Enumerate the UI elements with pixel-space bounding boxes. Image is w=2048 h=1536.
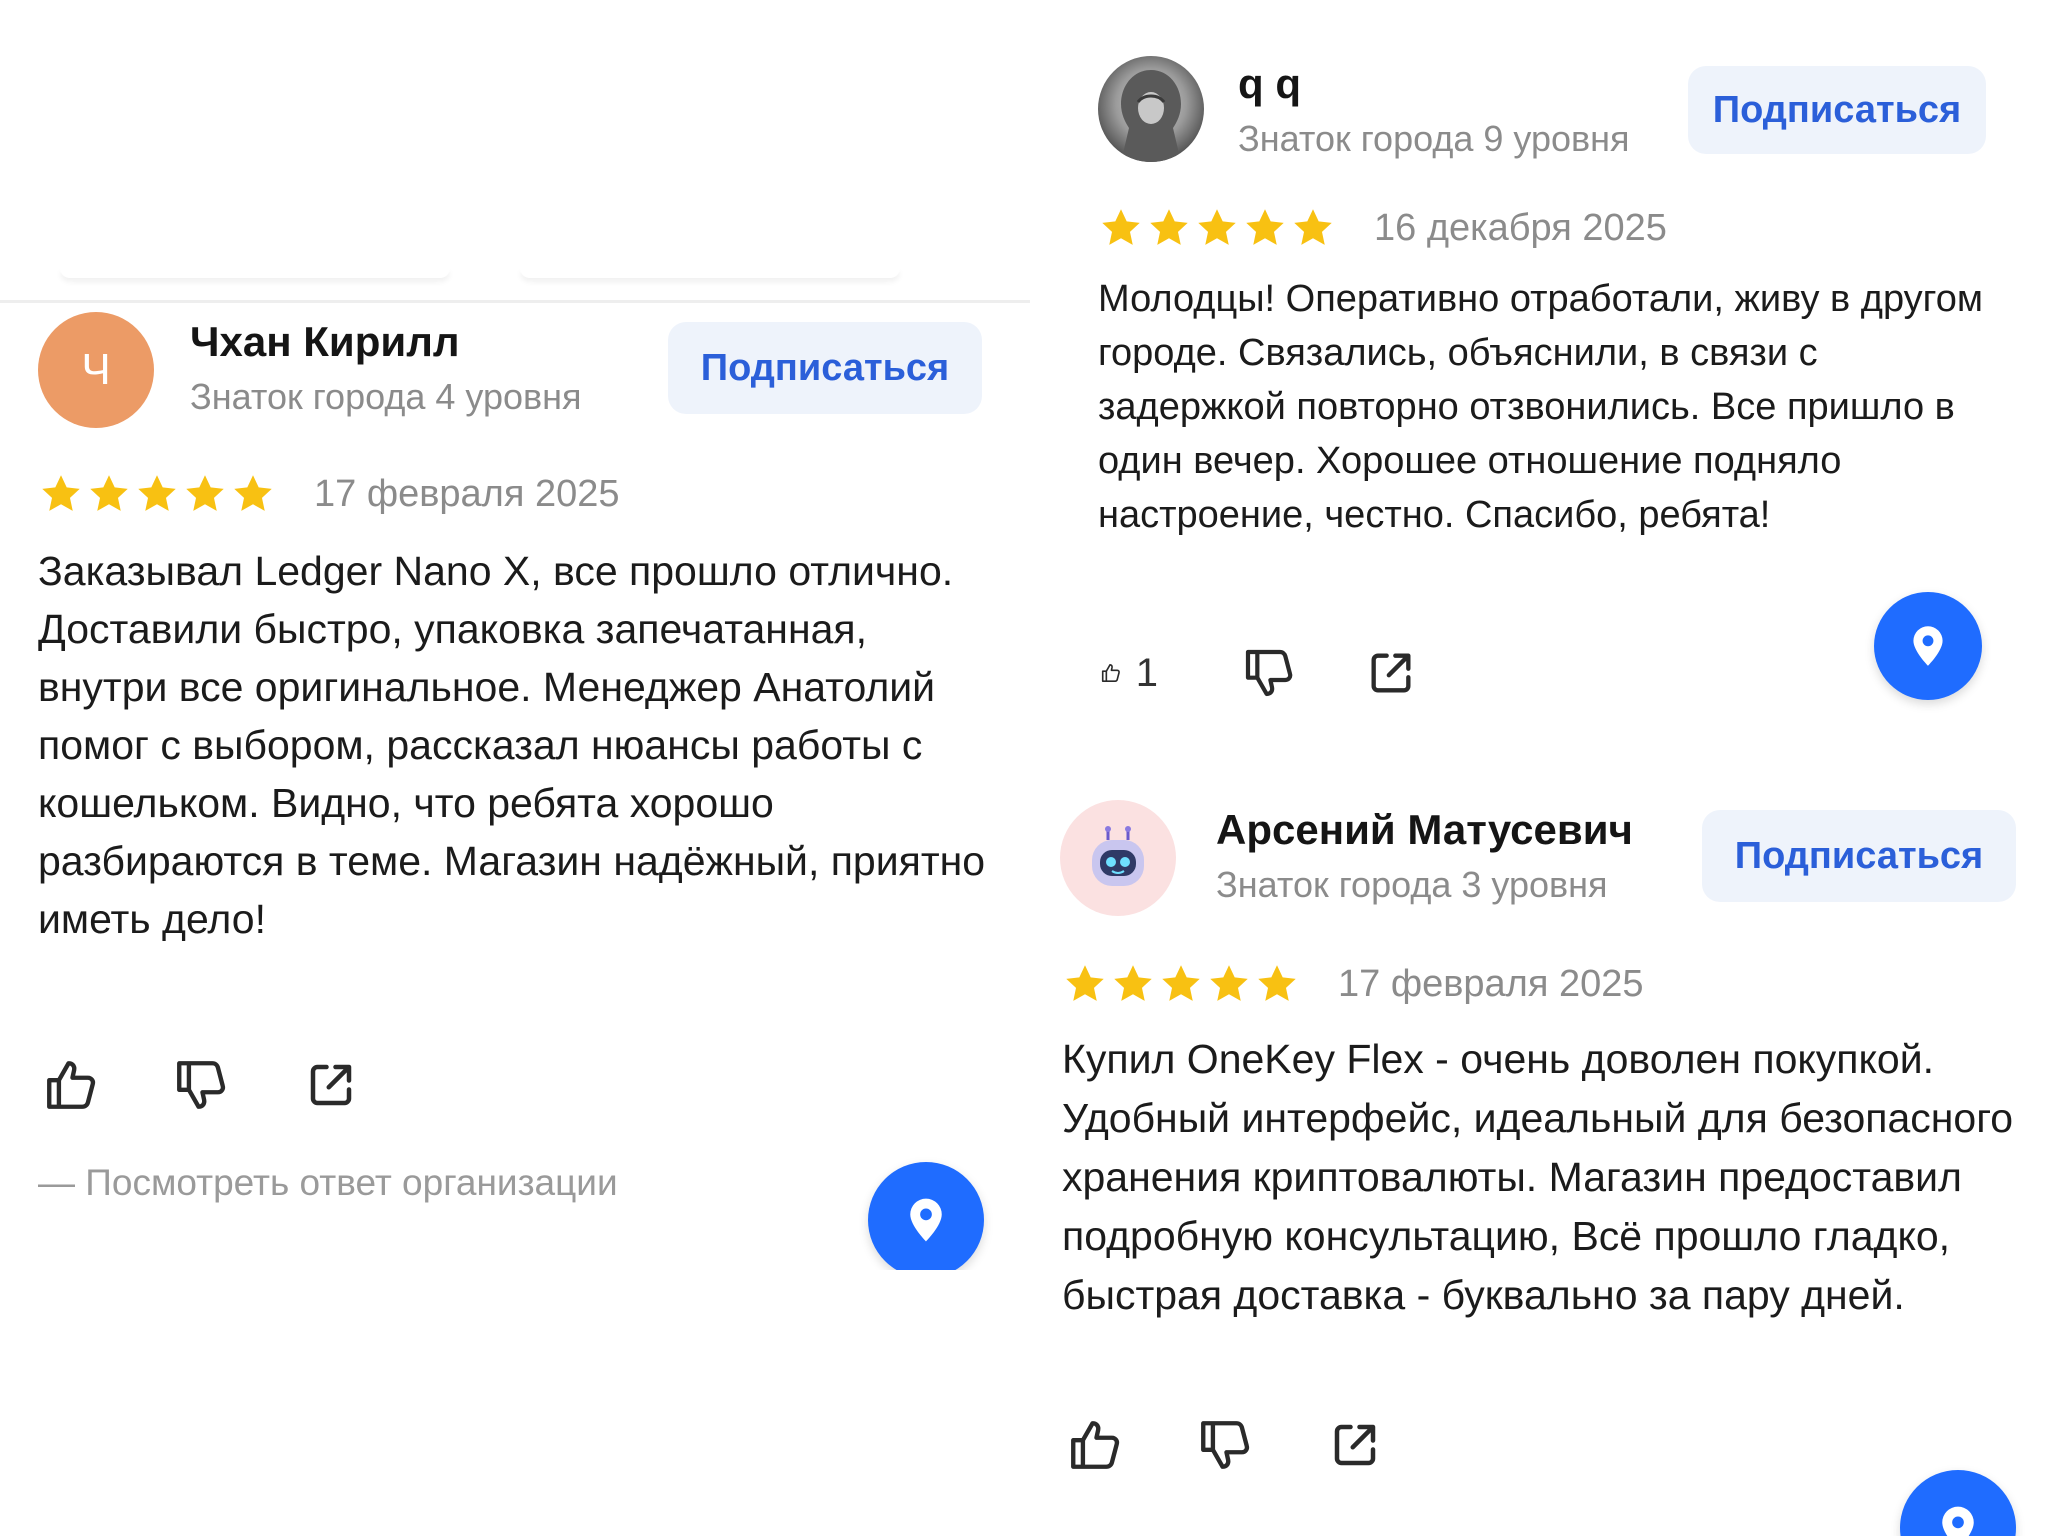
like-button[interactable]: 1 (1100, 644, 1158, 702)
star-icon (86, 472, 132, 516)
like-icon (1066, 1416, 1124, 1474)
review-text: Заказывал Ledger Nano X, все прошло отли… (38, 548, 986, 942)
like-button[interactable] (1066, 1416, 1124, 1474)
author-name[interactable]: q q (1238, 60, 1301, 108)
rating-stars (1062, 962, 1302, 1006)
star-icon (182, 472, 228, 516)
star-icon (1110, 962, 1156, 1006)
dislike-button[interactable] (172, 1056, 230, 1114)
map-fab-button[interactable] (1874, 592, 1982, 700)
star-icon (1194, 206, 1240, 250)
star-icon (1098, 206, 1144, 250)
map-fab-button[interactable] (868, 1162, 984, 1270)
dislike-button[interactable] (1196, 1416, 1254, 1474)
dislike-button[interactable] (1240, 644, 1298, 702)
star-icon (1146, 206, 1192, 250)
review-item: Арсений Матусевич Знаток города 3 уровня… (1060, 780, 2048, 1536)
author-name[interactable]: Арсений Матусевич (1216, 806, 1633, 854)
review-actions (1066, 1416, 1384, 1474)
star-icon (1242, 206, 1288, 250)
author-name[interactable]: Чхан Кирилл (190, 318, 460, 366)
tab-shadow (520, 268, 900, 278)
rating-row: 17 февраля 2025 (1062, 962, 1644, 1006)
author-level: Знаток города 9 уровня (1238, 118, 1630, 159)
avatar[interactable] (1098, 56, 1204, 162)
dislike-icon (1241, 645, 1297, 701)
author-level: Знаток города 4 уровня (190, 376, 582, 417)
share-icon (1365, 647, 1417, 699)
like-icon (1100, 645, 1122, 701)
share-button[interactable] (1362, 644, 1420, 702)
review-card-right: q q Знаток города 9 уровня Подписаться 1… (1060, 0, 2048, 1536)
star-icon (1206, 962, 1252, 1006)
star-icon (1254, 962, 1300, 1006)
review-date: 17 февраля 2025 (1338, 962, 1644, 1005)
subscribe-button[interactable]: Подписаться (1702, 810, 2016, 902)
review-item: Ч Чхан Кирилл Знаток города 4 уровня Под… (0, 300, 1030, 1270)
star-icon (1158, 962, 1204, 1006)
avatar[interactable] (1060, 800, 1176, 916)
map-fab-button[interactable] (1900, 1470, 2016, 1536)
map-pin-icon (1903, 621, 1953, 671)
subscribe-button[interactable]: Подписаться (668, 322, 982, 414)
share-button[interactable] (302, 1056, 360, 1114)
like-button[interactable] (42, 1056, 100, 1114)
review-text: Молодцы! Оперативно отработали, живу в д… (1098, 278, 1983, 536)
robot-icon (1092, 826, 1144, 886)
dislike-icon (1196, 1416, 1254, 1474)
review-actions (42, 1056, 360, 1114)
rating-stars (38, 472, 278, 516)
tab-shadow (60, 268, 450, 278)
share-icon (1328, 1418, 1382, 1472)
rating-row: 17 февраля 2025 (38, 472, 620, 516)
review-date: 17 февраля 2025 (314, 472, 620, 515)
hooded-figure-icon (1121, 70, 1181, 162)
star-icon (38, 472, 84, 516)
star-icon (134, 472, 180, 516)
map-pin-icon (1931, 1501, 1985, 1536)
share-button[interactable] (1326, 1416, 1384, 1474)
view-org-reply-link[interactable]: — Посмотреть ответ организации (38, 1162, 618, 1204)
review-card-left: Ч Чхан Кирилл Знаток города 4 уровня Под… (0, 0, 1030, 1270)
star-icon (230, 472, 276, 516)
review-text: Купил OneKey Flex - очень доволен покупк… (1062, 1036, 2014, 1318)
like-count: 1 (1135, 650, 1158, 695)
star-icon (1062, 962, 1108, 1006)
review-date: 16 декабря 2025 (1374, 206, 1667, 249)
subscribe-button[interactable]: Подписаться (1688, 66, 1986, 154)
review-actions: 1 (1100, 644, 1420, 702)
rating-row: 16 декабря 2025 (1098, 206, 1667, 250)
dislike-icon (172, 1056, 230, 1114)
avatar-letter: Ч (81, 345, 111, 394)
review-item: q q Знаток города 9 уровня Подписаться 1… (1060, 0, 2048, 760)
avatar[interactable]: Ч (38, 312, 154, 428)
star-icon (1290, 206, 1336, 250)
share-icon (304, 1058, 358, 1112)
like-icon (42, 1056, 100, 1114)
author-level: Знаток города 3 уровня (1216, 864, 1608, 905)
rating-stars (1098, 206, 1338, 250)
map-pin-icon (899, 1193, 953, 1247)
